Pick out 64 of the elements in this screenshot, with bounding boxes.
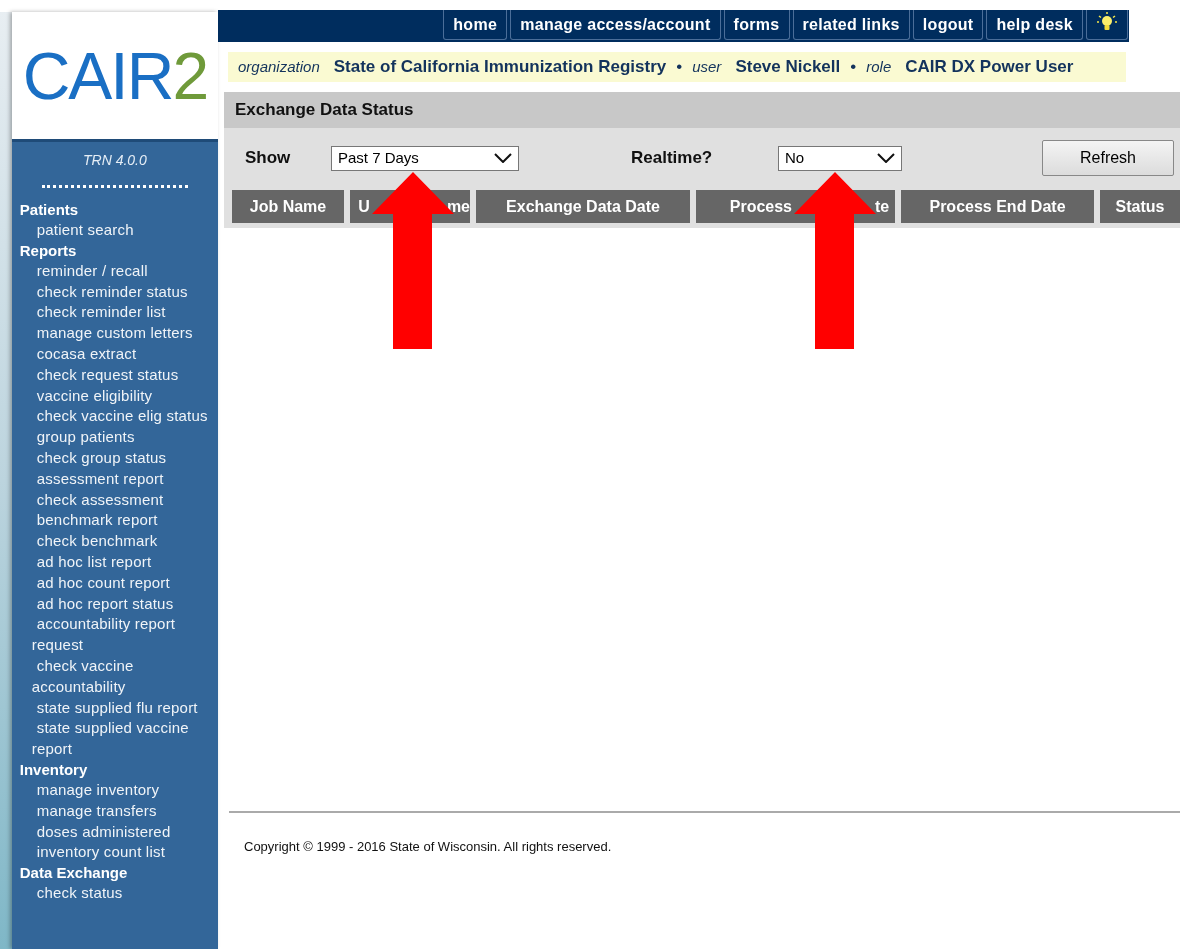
sidebar-link[interactable]: patient search <box>19 220 208 241</box>
sidebar-link[interactable]: state supplied flu report <box>19 697 208 719</box>
sidebar-link[interactable]: check reminder status <box>19 281 208 303</box>
sidebar-section-title: Reports <box>19 240 78 261</box>
info-label: role <box>866 56 892 77</box>
nav-tab[interactable]: related links <box>792 10 910 40</box>
filter-label: Realtime? <box>631 147 714 170</box>
column-header-text: U <box>357 196 370 217</box>
column-header: Job Name <box>232 190 344 223</box>
sidebar-link[interactable]: ad hoc report status <box>19 593 208 615</box>
column-header-text: Process <box>728 196 792 217</box>
info-value: Steve Nickell <box>735 56 841 79</box>
chevron-down-icon <box>877 153 895 163</box>
sidebar-section-title: Patients <box>19 200 80 220</box>
sidebar-link[interactable]: assessment report <box>19 468 208 490</box>
filter-label: Show <box>245 147 292 170</box>
sidebar-link[interactable]: check request status <box>19 364 208 386</box>
sidebar-link[interactable]: check assessment <box>19 489 208 511</box>
info-label: user <box>692 56 722 77</box>
info-label: organization <box>238 56 320 77</box>
nav-tab[interactable]: help desk <box>986 10 1083 40</box>
lightbulb-icon <box>1096 11 1118 33</box>
chevron-down-icon <box>494 153 512 163</box>
separator: • <box>676 56 683 79</box>
sidebar-link[interactable]: check vaccine elig status <box>19 406 208 428</box>
sidebar-link[interactable]: reminder / recall <box>19 260 208 282</box>
sidebar-link[interactable]: check reminder list <box>19 302 208 324</box>
sidebar-link[interactable]: doses administered <box>19 821 208 843</box>
sidebar-section-title: Inventory <box>19 759 89 780</box>
logo: CAIR2 <box>22 42 208 109</box>
sidebar-link[interactable]: check group status <box>19 447 208 469</box>
sidebar-link[interactable]: cocasa extract <box>19 344 208 365</box>
page-title: Exchange Data Status <box>235 99 414 122</box>
sidebar-link[interactable]: vaccine eligibility <box>19 385 208 407</box>
sidebar-link[interactable]: state supplied vaccine report <box>19 718 208 760</box>
sidebar-section-title: Data Exchange <box>19 863 129 884</box>
column-header-text: te <box>875 196 890 217</box>
column-header-text: me <box>446 196 470 217</box>
sidebar-link[interactable]: check benchmark <box>19 531 208 552</box>
tip-button[interactable] <box>1086 10 1128 40</box>
sidebar-link[interactable]: group patients <box>19 427 208 448</box>
nav-tab[interactable]: home <box>443 10 508 40</box>
sidebar-link[interactable]: ad hoc list report <box>19 551 208 573</box>
sidebar-link[interactable]: benchmark report <box>19 510 208 532</box>
info-value: CAIR DX Power User <box>905 56 1074 79</box>
column-header: Process End Date <box>901 190 1094 223</box>
column-header: Status <box>1100 190 1180 223</box>
dropdown[interactable]: No <box>778 145 902 171</box>
sidebar-link[interactable]: manage custom letters <box>19 323 208 344</box>
version-label: TRN 4.0.0 <box>82 151 148 170</box>
copyright-text: Copyright © 1999 - 2016 State of Wisconsin. All rights reserved. <box>244 838 613 856</box>
sidebar-link[interactable]: manage inventory <box>19 779 208 801</box>
column-header: Exchange Data Date <box>476 190 690 223</box>
sidebar-link[interactable]: ad hoc count report <box>19 572 208 594</box>
sidebar-link[interactable]: inventory count list <box>19 842 208 864</box>
nav-tab[interactable]: logout <box>912 10 984 40</box>
separator: • <box>850 56 857 79</box>
nav-tab[interactable]: forms <box>723 10 790 40</box>
info-value: State of California Immunization Registry <box>333 56 667 79</box>
dropdown[interactable]: Past 7 Days <box>331 145 519 171</box>
refresh-button[interactable]: Refresh <box>1042 140 1174 176</box>
sidebar-link[interactable]: manage transfers <box>19 800 208 822</box>
sidebar-link[interactable]: check status <box>19 883 208 904</box>
nav-tab[interactable]: manage access/account <box>510 10 721 40</box>
